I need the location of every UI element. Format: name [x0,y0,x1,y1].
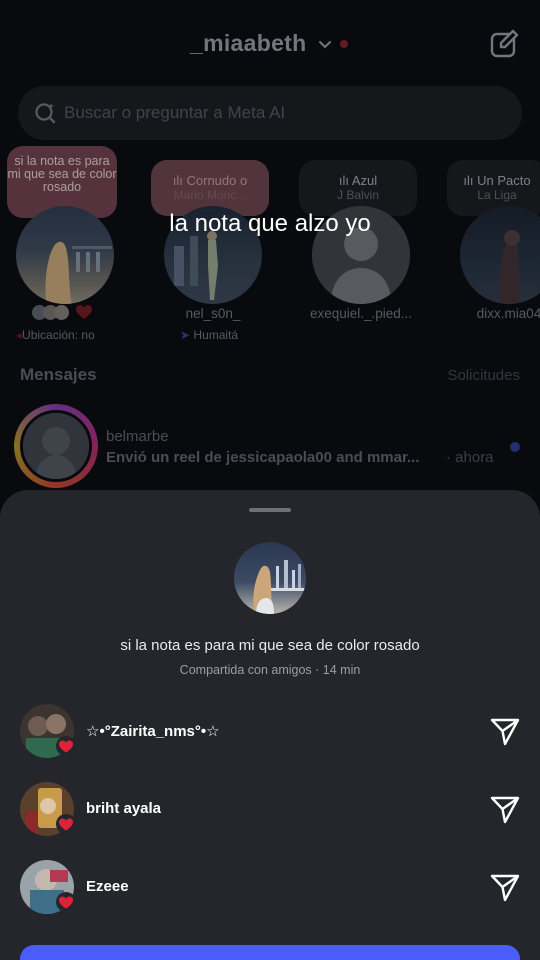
sheet-drag-handle[interactable] [249,508,291,512]
reactor-username[interactable]: ☆•°Zairita_nms°•☆ [86,722,220,740]
avatar[interactable] [20,410,92,482]
story-location: ◂Ubicación: no [16,328,95,342]
note-shared-info: Compartida con amigos · 14 min [179,663,361,677]
music-bars-icon: ılı [463,173,478,188]
location-arrow-icon: ➤ [180,328,191,342]
conversation-preview[interactable]: Envió un reel de jessicapaola00 and mmar… [106,449,419,466]
send-icon[interactable] [488,714,522,748]
story-username[interactable]: dixx.mia04 [439,306,540,321]
music-bars-icon: ılı [172,173,187,188]
note-text: si la nota es para mi que sea de color r… [7,154,117,194]
story-username[interactable]: nel_s0n_ [143,306,283,321]
heart-icon [59,740,73,753]
note-song-title: Azul [351,173,378,188]
heart-badge [56,892,76,912]
note-text: si la nota es para mi que sea de color r… [120,637,420,654]
heart-icon [76,305,92,319]
meta-ai-search-icon [35,103,56,124]
note-song-title: Un Pacto [477,173,531,188]
account-switcher[interactable]: _miaabeth [190,30,306,57]
note-owner-avatar [234,542,306,614]
primary-action-button[interactable] [20,945,520,960]
reaction-row[interactable]: briht ayala [0,780,540,840]
note-details-sheet: si la nota es para mi que sea de color r… [0,490,540,960]
note-song-artist: J Balvin [336,188,380,202]
reaction-row[interactable]: ☆•°Zairita_nms°•☆ [0,702,540,762]
heart-icon [59,896,73,909]
requests-link[interactable]: Solicitudes [447,367,520,384]
reaction-avatars [32,305,98,321]
top-bar: _miaabeth [0,20,540,70]
heart-badge [56,736,76,756]
chevron-down-icon[interactable] [317,38,333,52]
reactor-username[interactable]: Ezeee [86,878,129,895]
unread-dot [510,442,520,452]
note-song-artist: Mario Monc... [173,188,247,202]
story-username[interactable]: exequiel._.pied... [291,306,431,321]
heart-badge [56,814,76,834]
note-song-artist: La Liga [477,188,517,202]
reactor-username[interactable]: briht ayala [86,800,161,817]
story-location: ➤ Humaitá [180,328,239,342]
music-bars-icon: ılı [338,173,352,188]
messages-heading: Mensajes [20,365,97,384]
new-message-icon[interactable] [488,28,520,60]
conversation-name[interactable]: belmarbe [106,428,169,445]
conversation-time: · ahora [446,449,494,466]
reaction-row[interactable]: Ezeee [0,858,540,918]
notification-dot [340,40,348,48]
note-song-title: Cornudo o [186,173,248,188]
avatar-photo [234,542,306,614]
search-placeholder: Buscar o preguntar a Meta AI [64,103,286,122]
search-bar[interactable]: Buscar o preguntar a Meta AI [18,86,522,140]
send-icon[interactable] [488,792,522,826]
avatar-photo [23,413,89,479]
send-icon[interactable] [488,870,522,904]
heart-icon [59,818,73,831]
overlay-caption: la nota que alzo yo [169,210,371,237]
